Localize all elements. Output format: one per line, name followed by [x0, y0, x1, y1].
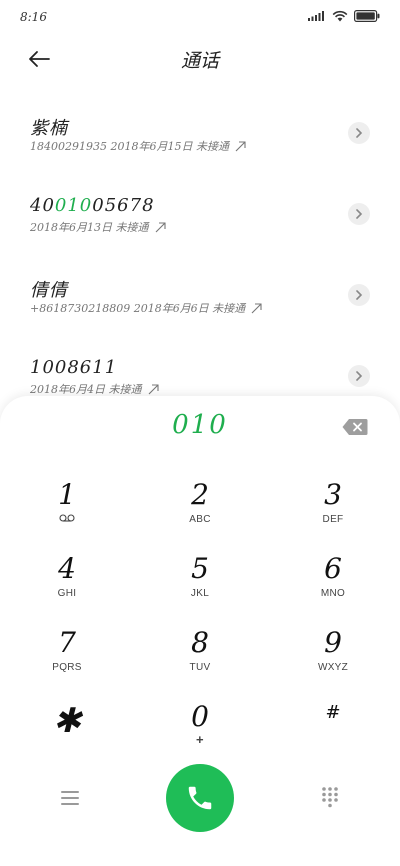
key-8[interactable]: 8 TUV [155, 628, 245, 690]
key-digit: 9 [324, 626, 342, 659]
number-part: 40 [30, 195, 55, 216]
key-letters: + [196, 732, 204, 747]
key-hash[interactable]: # [288, 702, 378, 764]
key-letters: MNO [320, 588, 346, 599]
call-list-item[interactable]: 4001005678 2018年6月13日 未接通 [0, 173, 400, 254]
contact-name: 紫楠 [30, 118, 68, 139]
key-digit: 8 [191, 626, 209, 659]
key-3[interactable]: 3 DEF [288, 480, 378, 542]
menu-icon [61, 791, 79, 805]
key-digit: 6 [324, 552, 342, 585]
status-bar: 8:16 [0, 0, 400, 36]
key-4[interactable]: 4 GHI [22, 554, 112, 616]
keypad-toggle-button[interactable] [318, 785, 342, 809]
outgoing-call-icon [235, 140, 246, 151]
header: 通话 [0, 36, 400, 82]
number-part: 05678 [92, 195, 155, 216]
number-match-highlight: 010 [54, 195, 93, 216]
battery-icon [354, 10, 380, 22]
call-meta-text: 2018年6月13日 未接通 [30, 221, 149, 234]
key-letters: PQRS [52, 662, 82, 673]
outgoing-call-icon [148, 383, 159, 394]
key-digit: 3 [324, 478, 342, 511]
call-meta-text: +8618730218809 2018年6月6日 未接通 [30, 302, 246, 315]
chevron-right-icon [356, 209, 363, 219]
contact-number: 4001005678 [30, 195, 155, 216]
outgoing-call-icon [251, 302, 262, 313]
outgoing-call-icon [155, 221, 166, 232]
key-star[interactable]: ✱ [22, 702, 112, 764]
call-meta: 18400291935 2018年6月15日 未接通 [30, 138, 246, 154]
wifi-icon [332, 10, 348, 22]
call-detail-button[interactable] [348, 203, 370, 225]
contact-number: 1008611 [30, 357, 118, 378]
call-list-item[interactable]: 倩倩 +8618730218809 2018年6月6日 未接通 [0, 254, 400, 335]
call-meta-text: 2018年6月4日 未接通 [30, 383, 142, 396]
key-digit: # [325, 702, 341, 723]
backspace-button[interactable] [342, 418, 368, 436]
call-button[interactable] [166, 764, 234, 832]
key-digit: 7 [58, 626, 76, 659]
key-digit: 4 [58, 552, 76, 585]
key-digit: 1 [58, 478, 76, 511]
key-letters: DEF [322, 514, 344, 525]
call-meta: +8618730218809 2018年6月6日 未接通 [30, 300, 262, 316]
key-digit: ✱ [52, 701, 82, 741]
call-meta: 2018年6月4日 未接通 [30, 381, 159, 397]
call-meta: 2018年6月13日 未接通 [30, 219, 166, 235]
status-time: 8:16 [20, 10, 47, 24]
call-meta-text: 18400291935 2018年6月15日 未接通 [30, 140, 229, 153]
key-5[interactable]: 5 JKL [155, 554, 245, 616]
key-digit: 0 [191, 700, 209, 733]
phone-icon [188, 786, 212, 810]
dialpad-icon [322, 787, 338, 808]
chevron-right-icon [356, 290, 363, 300]
key-2[interactable]: 2 ABC [155, 480, 245, 542]
status-icons [308, 10, 380, 22]
key-6[interactable]: 6 MNO [288, 554, 378, 616]
key-letters: ABC [189, 514, 211, 525]
key-1[interactable]: 1 [22, 480, 112, 542]
key-letters: JKL [190, 588, 210, 599]
key-letters: GHI [57, 588, 77, 599]
call-detail-button[interactable] [348, 365, 370, 387]
call-list: 紫楠 18400291935 2018年6月15日 未接通 4001005678… [0, 92, 400, 416]
call-list-item[interactable]: 紫楠 18400291935 2018年6月15日 未接通 [0, 92, 400, 173]
key-letters: TUV [189, 662, 211, 673]
key-9[interactable]: 9 WXYZ [288, 628, 378, 690]
chevron-right-icon [356, 371, 363, 381]
key-digit: 5 [191, 552, 209, 585]
contact-name: 倩倩 [30, 280, 68, 301]
call-detail-button[interactable] [348, 284, 370, 306]
backspace-icon [342, 419, 368, 435]
key-7[interactable]: 7 PQRS [22, 628, 112, 690]
dialed-number-display[interactable]: 010 [0, 410, 400, 444]
key-0[interactable]: 0 + [155, 702, 245, 764]
bottom-bar [0, 764, 400, 834]
key-digit: 2 [191, 478, 209, 511]
call-detail-button[interactable] [348, 122, 370, 144]
voicemail-icon [59, 514, 75, 522]
page-title: 通话 [180, 50, 219, 72]
signal-icon [308, 11, 324, 21]
chevron-right-icon [356, 128, 363, 138]
menu-button[interactable] [58, 786, 82, 810]
key-letters: WXYZ [317, 662, 349, 673]
